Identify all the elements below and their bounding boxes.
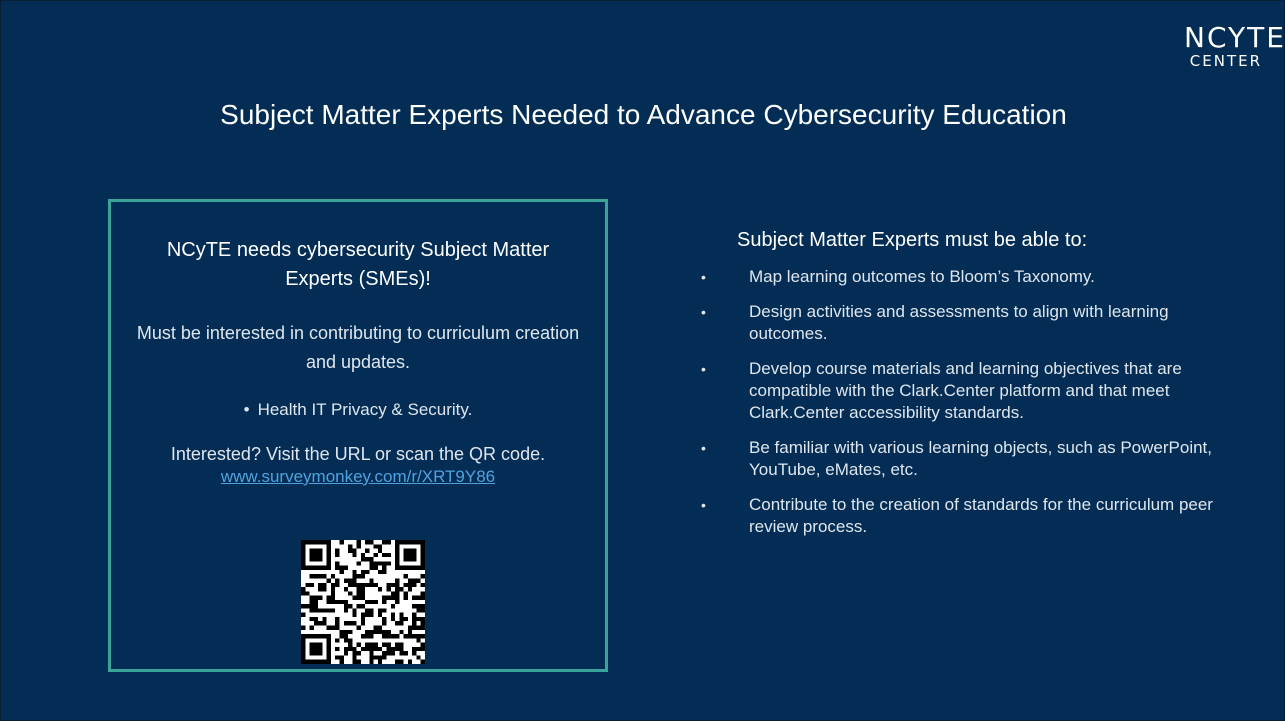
requirements-heading: Subject Matter Experts must be able to:	[737, 229, 1088, 251]
list-item: • Be familiar with various learning objec…	[701, 437, 1221, 481]
callout-cta: Interested? Visit the URL or scan the QR…	[170, 444, 546, 464]
bullet-dot-icon: •	[701, 497, 706, 513]
bullet-dot-icon: •	[701, 440, 706, 456]
callout-heading: NCyTE needs cybersecurity Subject Matter…	[166, 239, 550, 290]
list-item-text: Contribute to the creation of standards …	[749, 495, 1213, 536]
bullet-dot-icon: •	[701, 304, 706, 320]
bullet-dot-icon: •	[701, 361, 706, 377]
list-item-text: Develop course materials and learning ob…	[749, 359, 1182, 422]
qr-code-icon[interactable]	[301, 540, 425, 664]
slide: NCYTE CENTER Subject Matter Experts Need…	[0, 0, 1285, 721]
list-item-text: Be familiar with various learning object…	[749, 438, 1212, 479]
list-item: • Develop course materials and learning o…	[701, 358, 1221, 424]
survey-link[interactable]: www.surveymonkey.com/r/XRT9Y86	[221, 467, 495, 486]
list-item-text: Map learning outcomes to Bloom’s Taxonom…	[749, 267, 1095, 286]
callout-bullet: • Health IT Privacy & Security.	[111, 400, 605, 420]
slide-title: Subject Matter Experts Needed to Advance…	[220, 99, 1067, 130]
requirements-list: • Map learning outcomes to Bloom’s Taxono…	[701, 266, 1221, 538]
callout-bullet-text: Health IT Privacy & Security.	[257, 400, 473, 419]
logo-line-2: CENTER	[1189, 52, 1262, 70]
ncyte-center-logo: NCYTE CENTER	[1184, 21, 1285, 77]
bullet-dot-icon: •	[243, 400, 250, 419]
list-item-text: Design activities and assessments to ali…	[749, 302, 1169, 343]
sme-callout-box: NCyTE needs cybersecurity Subject Matter…	[108, 199, 608, 672]
callout-text: Must be interested in contributing to cu…	[136, 323, 580, 372]
list-item: • Contribute to the creation of standards…	[701, 494, 1221, 538]
list-item: • Map learning outcomes to Bloom’s Taxono…	[701, 266, 1221, 288]
list-item: • Design activities and assessments to al…	[701, 301, 1221, 345]
logo-line-1: NCYTE	[1184, 21, 1285, 54]
bullet-dot-icon: •	[701, 269, 706, 285]
requirements-panel: Subject Matter Experts must be able to: …	[701, 229, 1221, 551]
